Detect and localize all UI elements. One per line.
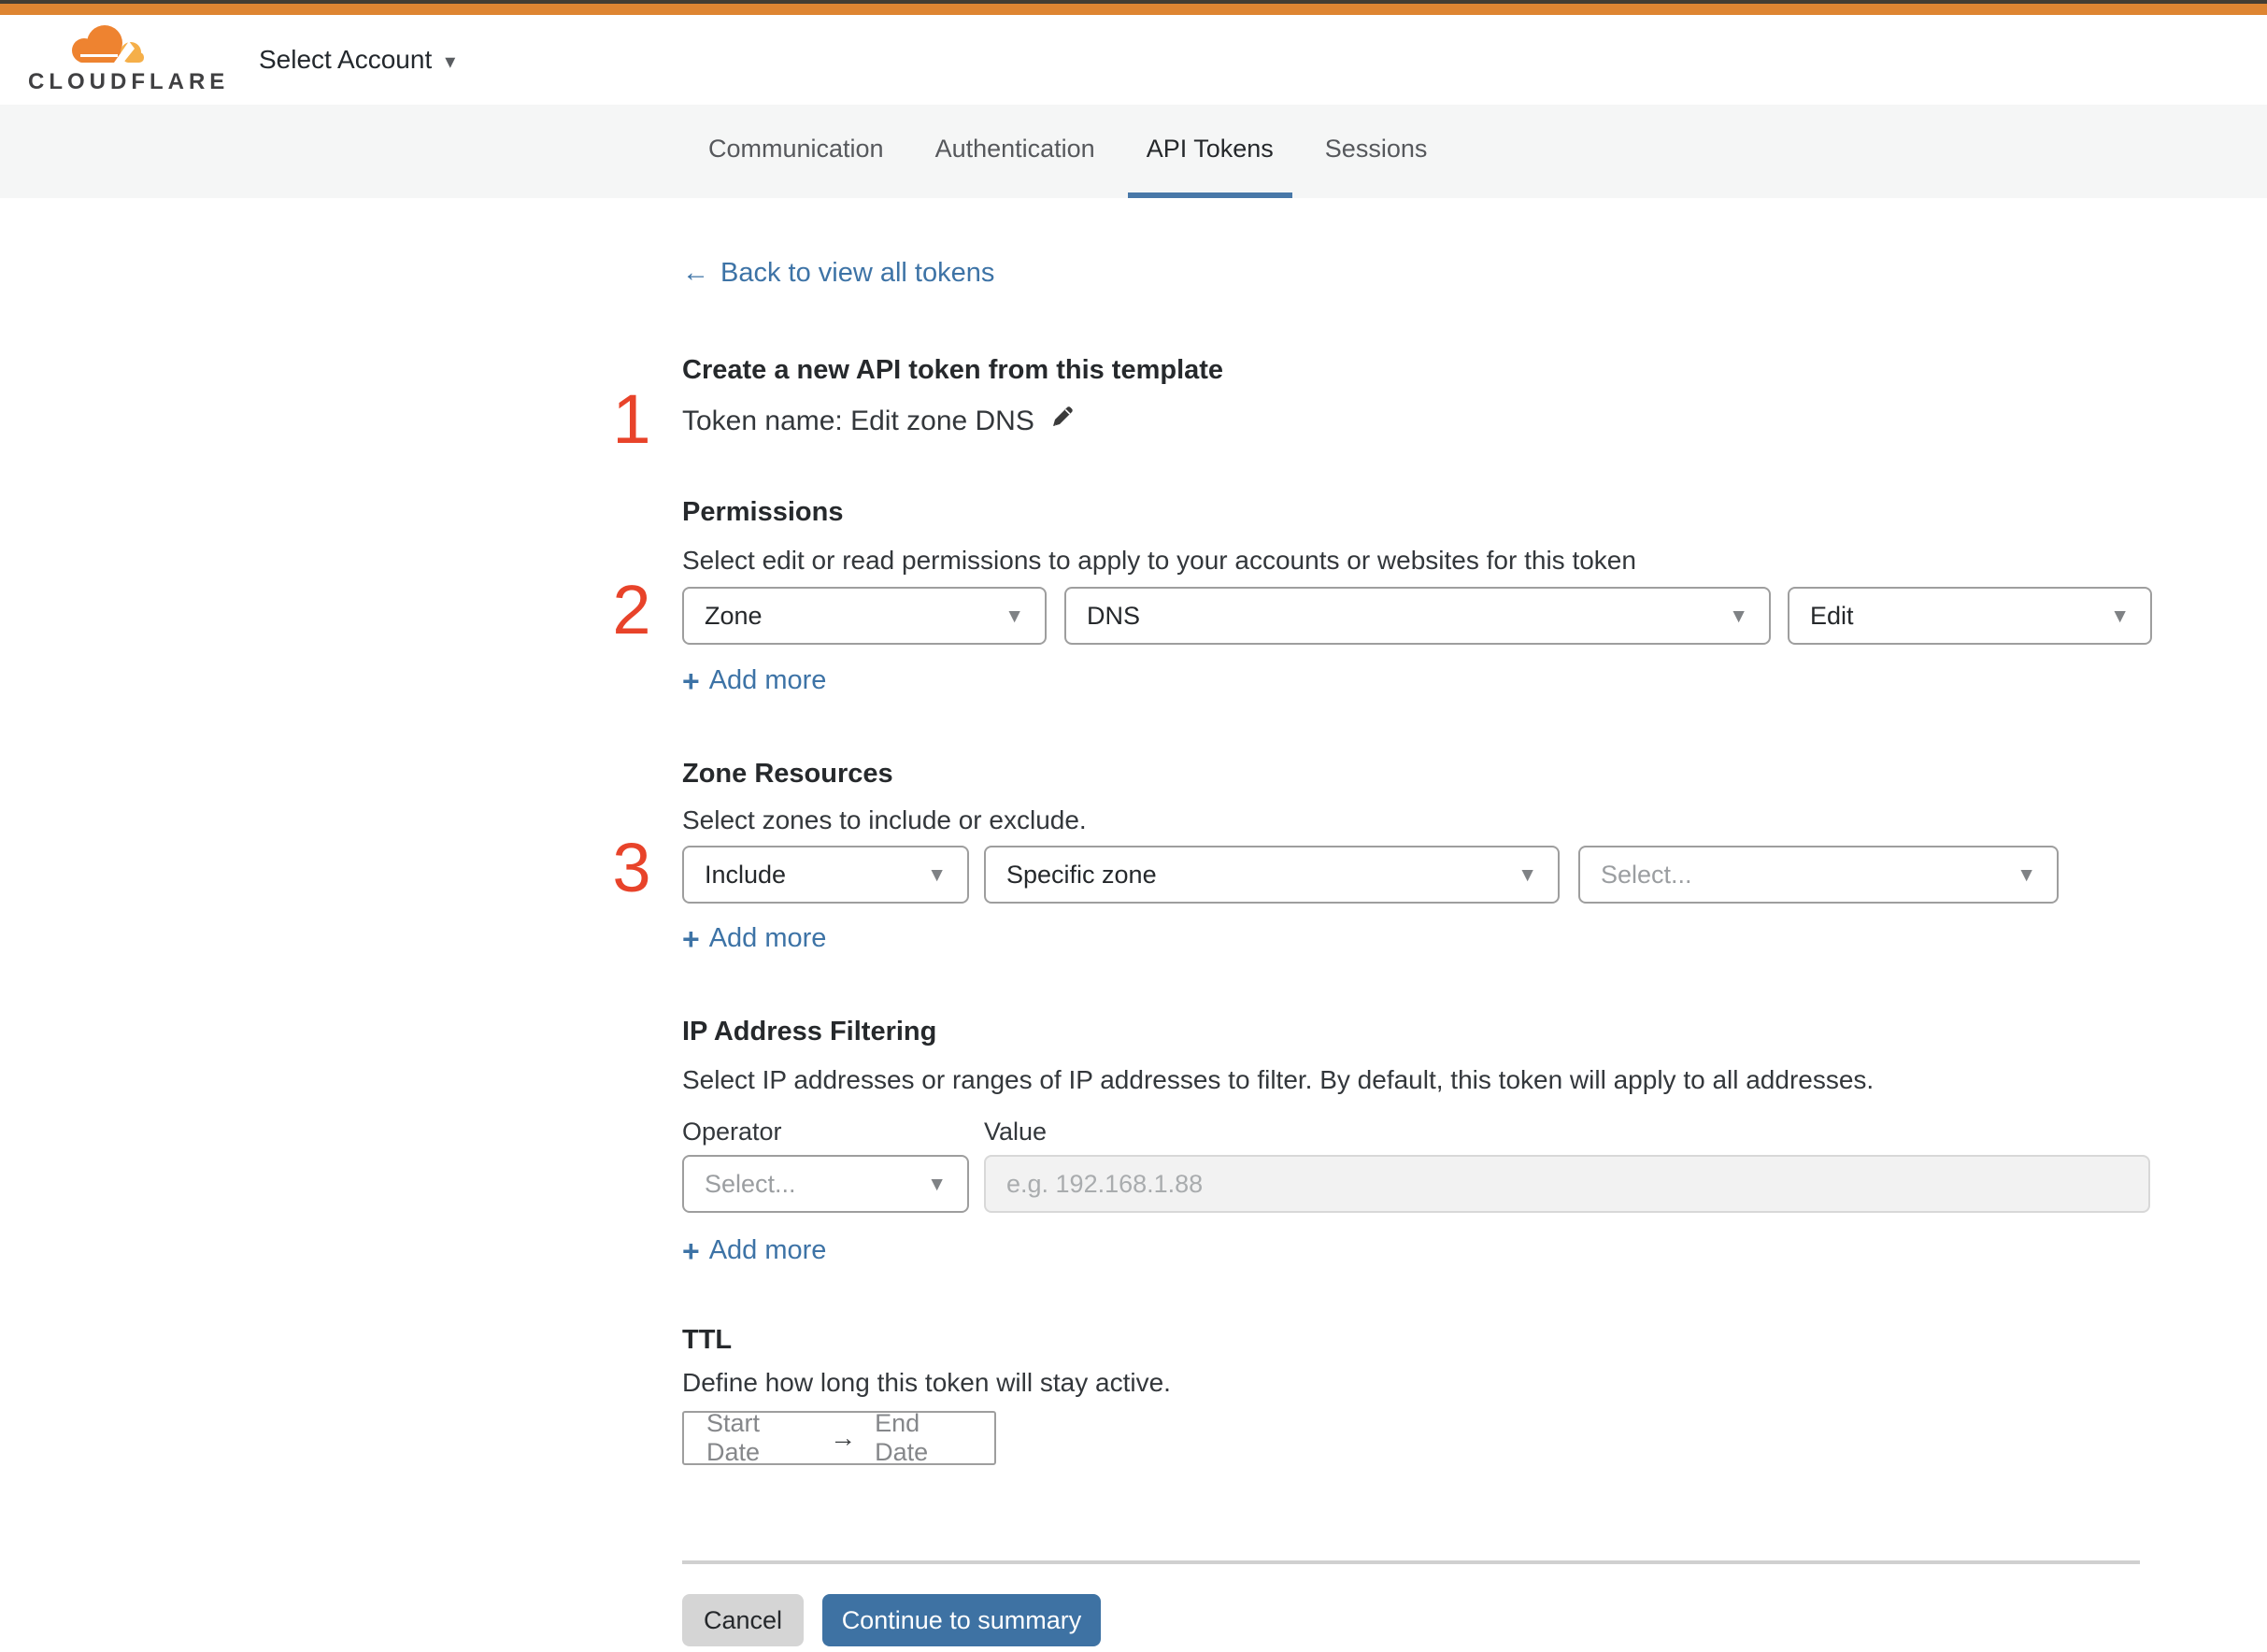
- operator-select-dropdown[interactable]: Select... ▼: [682, 1155, 969, 1213]
- app-header: CLOUDFLARE Select Account ▾: [0, 15, 2267, 105]
- account-selector[interactable]: Select Account ▾: [259, 15, 455, 105]
- zone-select-placeholder: Select...: [1601, 860, 1692, 889]
- api-token-template-page: CLOUDFLARE Select Account ▾ Communicatio…: [0, 0, 2267, 1652]
- ttl-heading: TTL: [682, 1325, 733, 1355]
- ttl-date-range-picker[interactable]: Start Date → End Date: [682, 1409, 996, 1466]
- profile-tab-bar: Communication Authentication API Tokens …: [0, 105, 2267, 198]
- token-name-text: Token name: Edit zone DNS: [682, 406, 1034, 436]
- dropdown-caret-icon: ▼: [2017, 864, 2036, 886]
- arrow-left-icon: ←: [682, 258, 709, 288]
- chevron-down-icon: ▾: [445, 50, 456, 73]
- token-name-line: Token name: Edit zone DNS: [682, 402, 1077, 439]
- permissions-heading: Permissions: [682, 497, 844, 527]
- permission-scope-dropdown[interactable]: Zone ▼: [682, 587, 1047, 645]
- operator-placeholder: Select...: [705, 1169, 796, 1198]
- value-label: Value: [984, 1118, 1048, 1146]
- continue-to-summary-button[interactable]: Continue to summary: [822, 1594, 1101, 1646]
- add-more-label: Add more: [708, 923, 827, 953]
- permission-access-dropdown[interactable]: Edit ▼: [1788, 587, 2152, 645]
- dropdown-caret-icon: ▼: [1518, 864, 1537, 886]
- brand-accent-bar: [0, 4, 2267, 15]
- permissions-description: Select edit or read permissions to apply…: [682, 546, 1636, 575]
- annotation-step-2: 2: [612, 571, 651, 648]
- cancel-button[interactable]: Cancel: [682, 1594, 804, 1646]
- tab-api-tokens[interactable]: API Tokens: [1127, 105, 1292, 198]
- back-link-label: Back to view all tokens: [720, 258, 995, 288]
- ip-filtering-add-more-link[interactable]: + Add more: [682, 1235, 826, 1266]
- ip-filtering-heading: IP Address Filtering: [682, 1017, 937, 1047]
- zone-resources-add-more-link[interactable]: + Add more: [682, 923, 826, 954]
- cloudflare-logo[interactable]: CLOUDFLARE: [28, 21, 230, 95]
- plus-icon: +: [682, 921, 700, 956]
- dropdown-caret-icon: ▼: [1005, 605, 1024, 627]
- zone-include-dropdown[interactable]: Include ▼: [682, 846, 969, 904]
- zone-type-dropdown[interactable]: Specific zone ▼: [984, 846, 1560, 904]
- cloudflare-cloud-icon: [28, 21, 189, 67]
- footer-divider: [682, 1560, 2140, 1564]
- cloudflare-wordmark: CLOUDFLARE: [28, 69, 230, 94]
- start-date-placeholder: Start Date: [706, 1409, 761, 1466]
- add-more-label: Add more: [708, 665, 827, 695]
- plus-icon: +: [682, 1233, 700, 1268]
- permission-scope-value: Zone: [705, 601, 763, 630]
- tab-communication[interactable]: Communication: [690, 105, 903, 198]
- permission-resource-dropdown[interactable]: DNS ▼: [1064, 587, 1771, 645]
- ip-value-input[interactable]: [984, 1155, 2150, 1213]
- dropdown-caret-icon: ▼: [927, 864, 947, 886]
- ip-filtering-description: Select IP addresses or ranges of IP addr…: [682, 1065, 1875, 1094]
- zone-include-value: Include: [705, 860, 787, 889]
- tab-authentication[interactable]: Authentication: [917, 105, 1114, 198]
- add-more-label: Add more: [708, 1235, 827, 1265]
- zone-resources-heading: Zone Resources: [682, 759, 893, 789]
- annotation-step-1: 1: [612, 380, 651, 458]
- arrow-right-icon: →: [830, 1423, 857, 1452]
- end-date-placeholder: End Date: [875, 1409, 929, 1466]
- account-selector-label: Select Account: [259, 45, 433, 74]
- zone-resources-description: Select zones to include or exclude.: [682, 805, 1087, 834]
- dropdown-caret-icon: ▼: [2110, 605, 2130, 627]
- tab-sessions[interactable]: Sessions: [1306, 105, 1447, 198]
- zone-type-value: Specific zone: [1006, 860, 1157, 889]
- permission-resource-value: DNS: [1087, 601, 1141, 630]
- edit-pencil-icon[interactable]: [1048, 402, 1077, 439]
- annotation-step-3: 3: [612, 829, 651, 906]
- permissions-add-more-link[interactable]: + Add more: [682, 665, 826, 696]
- dropdown-caret-icon: ▼: [927, 1174, 947, 1195]
- zone-select-dropdown[interactable]: Select... ▼: [1578, 846, 2059, 904]
- dropdown-caret-icon: ▼: [1729, 605, 1748, 627]
- operator-label: Operator: [682, 1118, 782, 1146]
- plus-icon: +: [682, 663, 700, 698]
- permission-access-value: Edit: [1810, 601, 1854, 630]
- ttl-description: Define how long this token will stay act…: [682, 1368, 1171, 1397]
- back-to-tokens-link[interactable]: ← Back to view all tokens: [682, 258, 994, 289]
- page-title: Create a new API token from this templat…: [682, 355, 1224, 385]
